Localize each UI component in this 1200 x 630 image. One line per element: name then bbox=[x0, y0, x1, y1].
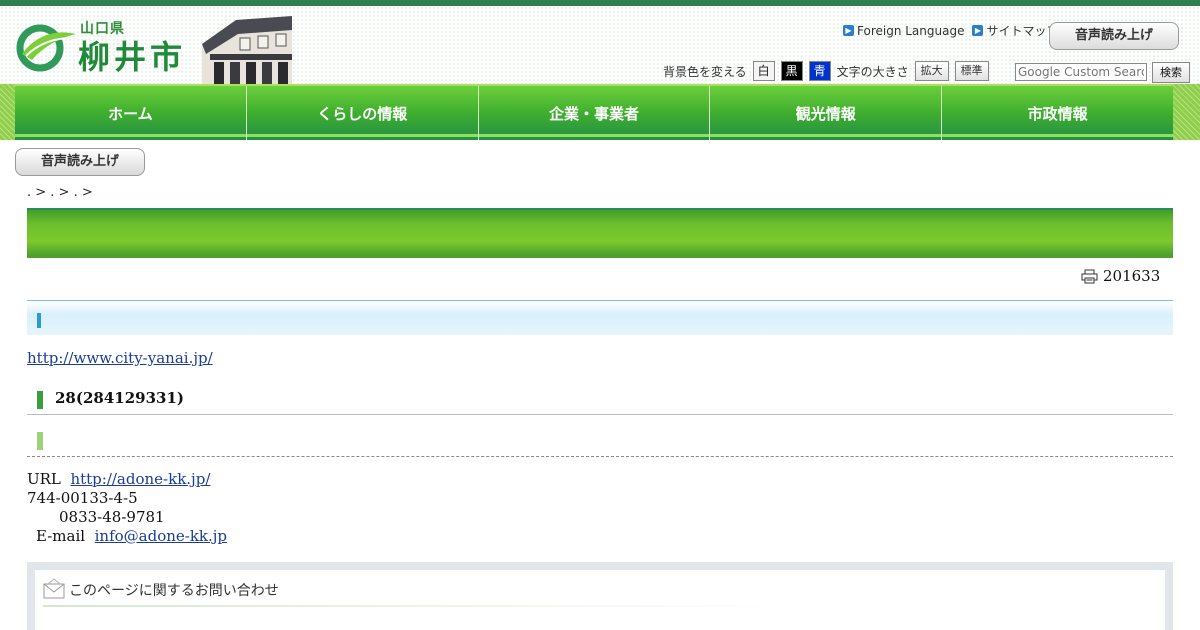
sitemap-link[interactable]: ▶ サイトマップ bbox=[972, 22, 1058, 39]
print-info[interactable]: 201633 bbox=[1081, 267, 1160, 285]
contact-title: このページに関するお問い合わせ bbox=[69, 583, 279, 599]
company-email-link[interactable]: info@adone-kk.jp bbox=[95, 527, 227, 545]
site-logo[interactable]: 山口県 柳井市 bbox=[16, 18, 191, 76]
print-text: 201633 bbox=[1103, 267, 1161, 285]
contact-divider bbox=[43, 605, 773, 607]
arrow-right-icon: ▶ bbox=[972, 25, 984, 36]
company-info: URL http://adone-kk.jp/ 744-00133-4-5 08… bbox=[27, 470, 227, 546]
heading-block: 28(284129331) bbox=[27, 386, 1173, 415]
text-enlarge-button[interactable]: 拡大 bbox=[914, 61, 949, 81]
section-marker bbox=[37, 313, 41, 328]
info-url-label: URL bbox=[27, 470, 61, 488]
info-address: 744-00133-4-5 bbox=[27, 489, 138, 507]
bg-color-label: 背景色を変える bbox=[663, 64, 747, 79]
nav-item-tourism[interactable]: 観光情報 bbox=[710, 86, 943, 140]
utility-links: ▶ Foreign Language ▶ サイトマップ bbox=[843, 22, 1058, 39]
logo-city-name: 柳井市 bbox=[78, 38, 187, 76]
contact-inner: このページに関するお問い合わせ bbox=[35, 570, 1165, 630]
bg-blue-button[interactable]: 青 bbox=[808, 61, 831, 81]
info-url-row: URL http://adone-kk.jp/ bbox=[27, 470, 227, 489]
contact-box: このページに関するお問い合わせ bbox=[27, 562, 1173, 630]
printer-icon bbox=[1081, 269, 1098, 283]
heading-text: 28(284129331) bbox=[55, 389, 185, 407]
section-header-bar bbox=[27, 300, 1173, 335]
info-tel: 0833-48-9781 bbox=[59, 508, 165, 526]
envelope-icon bbox=[43, 578, 65, 599]
nav-item-living[interactable]: くらしの情報 bbox=[246, 86, 479, 140]
subheading-block bbox=[27, 428, 1173, 457]
text-standard-button[interactable]: 標準 bbox=[954, 61, 989, 81]
sitemap-label: サイトマップ bbox=[986, 24, 1059, 38]
arrow-right-icon: ▶ bbox=[843, 25, 854, 36]
company-url-link[interactable]: http://adone-kk.jp/ bbox=[70, 470, 210, 488]
search-button[interactable]: 検索 bbox=[1152, 62, 1190, 83]
text-size-label: 文字の大きさ bbox=[836, 64, 909, 79]
page-title-bar bbox=[27, 208, 1173, 258]
display-controls: 背景色を変える 白 黒 青 文字の大きさ 拡大 標準 bbox=[663, 61, 995, 81]
bg-white-button[interactable]: 白 bbox=[752, 61, 775, 81]
heading-marker bbox=[37, 391, 43, 409]
foreign-language-label: Foreign Language bbox=[857, 23, 965, 38]
nav-item-home[interactable]: ホーム bbox=[15, 86, 247, 140]
info-email-label: E-mail bbox=[36, 527, 86, 545]
foreign-language-link[interactable]: ▶ Foreign Language bbox=[843, 22, 964, 39]
building-image bbox=[202, 16, 292, 84]
breadcrumb: . > . > . > bbox=[27, 185, 93, 200]
nav-item-city-admin[interactable]: 市政情報 bbox=[942, 86, 1173, 140]
logo-mark-icon bbox=[16, 24, 76, 72]
subheading-marker bbox=[37, 432, 43, 450]
global-nav: ホーム くらしの情報 企業・事業者 観光情報 市政情報 bbox=[15, 84, 1173, 140]
search-input[interactable] bbox=[1015, 63, 1147, 81]
city-website-link[interactable]: http://www.city-yanai.jp/ bbox=[27, 349, 213, 367]
site-header: 山口県 柳井市 ▶ Foreign Language ▶ サイトマップ 音声読み… bbox=[0, 6, 1200, 84]
voice-reading-button-header[interactable]: 音声読み上げ bbox=[1049, 22, 1179, 50]
nav-item-business[interactable]: 企業・事業者 bbox=[478, 86, 711, 140]
bg-black-button[interactable]: 黒 bbox=[780, 61, 803, 81]
voice-reading-button[interactable]: 音声読み上げ bbox=[15, 148, 145, 176]
info-email-row: E-mail info@adone-kk.jp bbox=[27, 527, 227, 546]
